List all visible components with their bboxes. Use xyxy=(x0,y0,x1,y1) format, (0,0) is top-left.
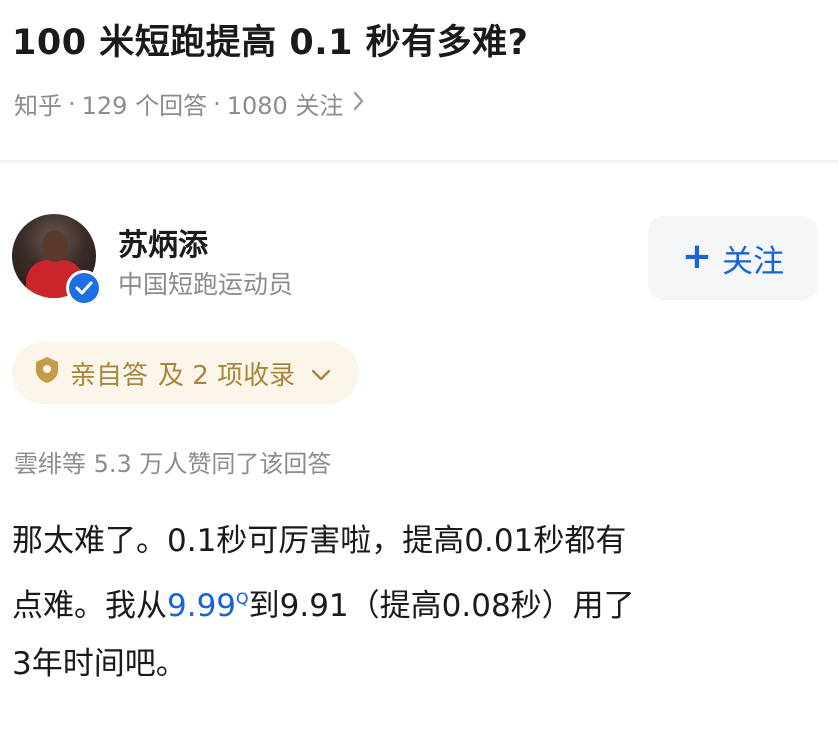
question-title[interactable]: 100 米短跑提高 0.1 秒有多难? xyxy=(12,14,528,65)
self-answer-label: 亲自答 xyxy=(70,360,149,391)
followers-count: 1080 关注 xyxy=(226,92,344,120)
answer-tag-pill[interactable]: 亲自答 及 2 项收录 xyxy=(12,342,360,404)
answer-line: 那太难了。0.1秒可厉害啦，提高0.01秒都有 xyxy=(12,523,627,559)
chevron-down-icon xyxy=(311,358,331,388)
answer-line: 3年时间吧。 xyxy=(12,646,187,682)
meta-separator: · xyxy=(213,89,221,118)
question-meta[interactable]: 知乎 · 129 个回答 · 1080 关注 xyxy=(14,86,365,121)
likes-summary[interactable]: 雲绯等 5.3 万人赞同了该回答 xyxy=(14,444,331,479)
chevron-right-icon xyxy=(353,91,365,117)
answer-line: 点难。我从9.99Q到9.91（提高0.08秒）用了 xyxy=(12,570,812,635)
avatar-head xyxy=(42,230,68,262)
source-label: 知乎 xyxy=(14,92,62,120)
shield-badge-icon xyxy=(34,356,60,391)
follow-label: 关注 xyxy=(722,243,785,280)
answer-page: 100 米短跑提高 0.1 秒有多难? 知乎 · 129 个回答 · 1080 … xyxy=(0,0,838,734)
meta-separator: · xyxy=(68,89,76,118)
search-icon: Q xyxy=(236,589,249,608)
section-divider xyxy=(0,160,838,163)
plus-icon: + xyxy=(681,235,713,277)
collections-label: 及 2 项收录 xyxy=(158,360,296,391)
follow-button[interactable]: + 关注 xyxy=(648,216,818,300)
answers-count: 129 个回答 xyxy=(81,92,208,120)
author-name[interactable]: 苏炳添 xyxy=(118,220,208,264)
answer-text: 点难。我从 xyxy=(12,588,167,624)
search-link[interactable]: 9.99Q xyxy=(167,588,249,624)
author-description: 中国短跑运动员 xyxy=(118,270,294,299)
answer-text: 到9.91（提高0.08秒）用了 xyxy=(248,588,635,624)
answer-content: 那太难了。0.1秒可厉害啦，提高0.01秒都有 点难。我从9.99Q到9.91（… xyxy=(12,512,812,693)
verified-badge-icon xyxy=(66,270,102,306)
